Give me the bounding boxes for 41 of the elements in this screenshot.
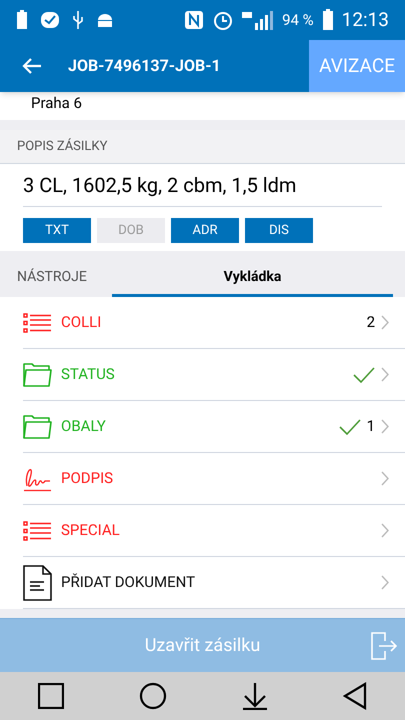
- circle-icon[interactable]: [138, 682, 167, 710]
- window-title: JOB-7496137-JOB-1: [68, 55, 221, 77]
- row-label: PŘIDAT DOKUMENT: [61, 572, 196, 594]
- address-line: Praha 6: [31, 93, 82, 114]
- row-label: PODPIS: [61, 468, 114, 490]
- chevron-right-icon: [381, 575, 389, 590]
- row-label: OBALY: [61, 416, 106, 438]
- battery-percent: 94 %: [282, 10, 314, 31]
- shipment-description: 3 CL, 1602,5 kg, 2 cbm, 1,5 ldm: [23, 172, 296, 199]
- chevron-right-icon: [381, 315, 389, 330]
- section-heading: POPIS ZÁSILKY: [17, 137, 108, 156]
- row-label: STATUS: [61, 364, 115, 386]
- tab[interactable]: NÁSTROJE: [0, 261, 112, 297]
- tag-button[interactable]: ADR: [171, 218, 239, 243]
- tag-button[interactable]: DIS: [245, 218, 313, 243]
- battery-charging-icon: [322, 9, 334, 31]
- back-triangle-icon[interactable]: [343, 682, 368, 710]
- exit-icon: [371, 632, 397, 660]
- back-arrow-icon[interactable]: [22, 57, 42, 75]
- chevron-right-icon: [381, 367, 389, 382]
- row-count: 1: [366, 416, 375, 438]
- battery-icon: [16, 10, 28, 30]
- tag-button[interactable]: TXT: [23, 218, 91, 243]
- menu-row[interactable]: STATUS: [23, 349, 405, 401]
- download-arrow-icon[interactable]: [242, 682, 268, 710]
- chevron-right-icon: [381, 471, 389, 486]
- menu-row[interactable]: OBALY 1: [23, 401, 405, 453]
- menu-row[interactable]: PŘIDAT DOKUMENT: [23, 557, 405, 609]
- menu-row[interactable]: PODPIS: [23, 453, 405, 505]
- menu-row[interactable]: SPECIAL: [23, 505, 405, 557]
- row-label: SPECIAL: [61, 520, 120, 542]
- menu-row[interactable]: COLLI 2: [23, 297, 405, 349]
- nfc-icon: [184, 10, 204, 30]
- clock-time: 12:13: [342, 6, 389, 33]
- chevron-right-icon: [381, 523, 389, 538]
- row-count: 2: [366, 312, 375, 334]
- signal-icon: [242, 10, 274, 30]
- chevron-right-icon: [381, 419, 389, 434]
- row-label: COLLI: [61, 312, 102, 334]
- check-icon: [40, 11, 60, 29]
- usb-icon: [72, 10, 84, 30]
